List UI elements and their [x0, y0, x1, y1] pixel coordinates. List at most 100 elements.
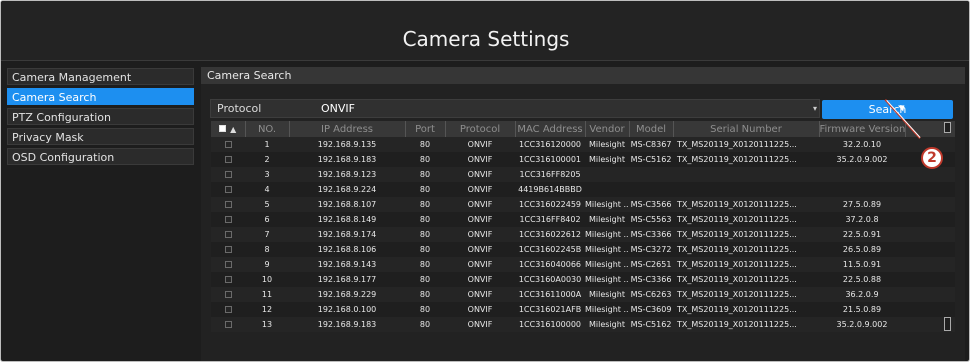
row-checkbox-cell[interactable] — [211, 152, 245, 167]
cell-mac-address: 1CC316100001 — [515, 152, 585, 167]
cell-firmware-version: 35.2.0.9.002 — [819, 317, 905, 332]
row-checkbox-cell[interactable] — [211, 182, 245, 197]
table-row[interactable]: 6 192.168.8.149 80 ONVIF 1CC316FF8402 Milesig… — [211, 212, 955, 227]
camera-settings-window: Camera Settings Camera Management Camera… — [0, 0, 970, 362]
scrollbar-thumb[interactable] — [944, 317, 951, 331]
table-row[interactable]: 1 192.168.9.135 80 ONVIF 1CC316120000 Milesig… — [211, 137, 955, 152]
row-checkbox-cell[interactable] — [211, 317, 245, 332]
cell-vendor — [585, 167, 629, 182]
column-header-serial-number[interactable]: Serial Number — [673, 121, 820, 137]
table-row[interactable]: 9 192.168.9.143 80 ONVIF 1CC316040066 Milesig… — [211, 257, 955, 272]
cell-protocol: ONVIF — [445, 287, 515, 302]
row-checkbox-cell[interactable] — [211, 212, 245, 227]
sidebar-item-osd-configuration[interactable]: OSD Configuration — [7, 148, 194, 165]
column-header-vendor[interactable]: Vendor — [585, 121, 630, 137]
protocol-select[interactable]: Protocol ONVIF ▾ — [210, 99, 820, 118]
row-checkbox[interactable] — [224, 306, 232, 313]
cell-model: MS-C3366 — [629, 227, 673, 242]
table-row[interactable]: 2 192.168.9.183 80 ONVIF 1CC316100001 Milesig… — [211, 152, 955, 167]
select-all-checkbox[interactable] — [219, 125, 227, 132]
scrollbar-top-handle[interactable] — [944, 122, 951, 133]
cell-spacer — [905, 257, 955, 272]
row-checkbox[interactable] — [224, 321, 232, 328]
cell-vendor: Milesight — [585, 317, 629, 332]
cell-model: MS-C8367 — [629, 137, 673, 152]
cell-mac-address: 1CC316022612 — [515, 227, 585, 242]
cell-no: 8 — [245, 242, 289, 257]
row-checkbox-cell[interactable] — [211, 272, 245, 287]
row-checkbox-cell[interactable] — [211, 242, 245, 257]
table-row[interactable]: 13 192.168.9.183 80 ONVIF 1CC316100000 Milesi… — [211, 317, 955, 332]
cell-mac-address: 1CC316022459 — [515, 197, 585, 212]
row-checkbox[interactable] — [224, 186, 232, 193]
row-checkbox-cell[interactable] — [211, 137, 245, 152]
sidebar-item-ptz-configuration[interactable]: PTZ Configuration — [7, 108, 194, 125]
cell-port: 80 — [405, 152, 445, 167]
title-bar: Camera Settings — [1, 1, 969, 61]
column-header-ip-address[interactable]: IP Address — [289, 121, 406, 137]
cell-mac-address: 1CC31611000A — [515, 287, 585, 302]
cell-no: 1 — [245, 137, 289, 152]
table-row[interactable]: 10 192.168.9.177 80 ONVIF 1CC3160A0030 Milesi… — [211, 272, 955, 287]
cell-ip-address: 192.168.9.135 — [289, 137, 405, 152]
row-checkbox-cell[interactable] — [211, 257, 245, 272]
cell-protocol: ONVIF — [445, 302, 515, 317]
cell-vendor: Milesight ... — [585, 272, 629, 287]
cell-serial-number: TX_MS20119_X0120111225... — [673, 287, 819, 302]
table-row[interactable]: 4 192.168.9.224 80 ONVIF 4419B614BBBD — [211, 182, 955, 197]
cell-port: 80 — [405, 227, 445, 242]
select-all-header[interactable]: ▲ — [211, 121, 246, 137]
table-row[interactable]: 12 192.168.0.100 80 ONVIF 1CC316021AFB Milesi… — [211, 302, 955, 317]
column-header-mac-address[interactable]: MAC Address — [515, 121, 586, 137]
cell-vendor: Milesight — [585, 152, 629, 167]
column-header-firmware-version[interactable]: Firmware Version — [819, 121, 906, 137]
column-header-model[interactable]: Model — [629, 121, 674, 137]
sidebar-item-camera-management[interactable]: Camera Management — [7, 68, 194, 85]
column-header-port[interactable]: Port — [405, 121, 446, 137]
row-checkbox[interactable] — [224, 201, 232, 208]
sidebar-item-camera-search[interactable]: Camera Search — [7, 88, 194, 105]
row-checkbox-cell[interactable] — [211, 287, 245, 302]
row-checkbox-cell[interactable] — [211, 302, 245, 317]
row-checkbox[interactable] — [224, 276, 232, 283]
sidebar-item-privacy-mask[interactable]: Privacy Mask — [7, 128, 194, 145]
row-checkbox[interactable] — [224, 291, 232, 298]
cell-ip-address: 192.168.9.183 — [289, 317, 405, 332]
row-checkbox[interactable] — [224, 156, 232, 163]
column-header-no[interactable]: NO. — [245, 121, 290, 137]
cell-vendor: Milesight — [585, 212, 629, 227]
table-row[interactable]: 7 192.168.9.174 80 ONVIF 1CC316022612 Milesig… — [211, 227, 955, 242]
column-header-protocol[interactable]: Protocol — [445, 121, 516, 137]
row-checkbox[interactable] — [224, 216, 232, 223]
cell-protocol: ONVIF — [445, 272, 515, 287]
callout-badge: 2 — [921, 147, 943, 169]
cell-protocol: ONVIF — [445, 182, 515, 197]
row-checkbox[interactable] — [224, 141, 232, 148]
cell-no: 2 — [245, 152, 289, 167]
cell-port: 80 — [405, 257, 445, 272]
cell-ip-address: 192.168.9.174 — [289, 227, 405, 242]
cell-ip-address: 192.168.8.107 — [289, 197, 405, 212]
table-row[interactable]: 8 192.168.8.106 80 ONVIF 1CC31602245B Milesig… — [211, 242, 955, 257]
cell-serial-number: TX_MS20119_X0120111225... — [673, 212, 819, 227]
row-checkbox-cell[interactable] — [211, 227, 245, 242]
table-row[interactable]: 3 192.168.9.123 80 ONVIF 1CC316FF8205 — [211, 167, 955, 182]
cell-spacer — [905, 197, 955, 212]
cell-firmware-version: 35.2.0.9.002 — [819, 152, 905, 167]
row-checkbox[interactable] — [224, 171, 232, 178]
row-checkbox[interactable] — [224, 261, 232, 268]
cell-ip-address: 192.168.9.143 — [289, 257, 405, 272]
cell-spacer — [905, 212, 955, 227]
table-row[interactable]: 5 192.168.8.107 80 ONVIF 1CC316022459 Milesig… — [211, 197, 955, 212]
row-checkbox[interactable] — [224, 246, 232, 253]
cell-no: 7 — [245, 227, 289, 242]
cell-serial-number: TX_MS20119_X0120111225... — [673, 152, 819, 167]
cell-vendor: Milesight ... — [585, 257, 629, 272]
cell-port: 80 — [405, 137, 445, 152]
table-row[interactable]: 11 192.168.9.229 80 ONVIF 1CC31611000A Milesi… — [211, 287, 955, 302]
cell-serial-number: TX_MS20119_X0120111225... — [673, 272, 819, 287]
row-checkbox-cell[interactable] — [211, 197, 245, 212]
row-checkbox[interactable] — [224, 231, 232, 238]
cell-no: 11 — [245, 287, 289, 302]
row-checkbox-cell[interactable] — [211, 167, 245, 182]
